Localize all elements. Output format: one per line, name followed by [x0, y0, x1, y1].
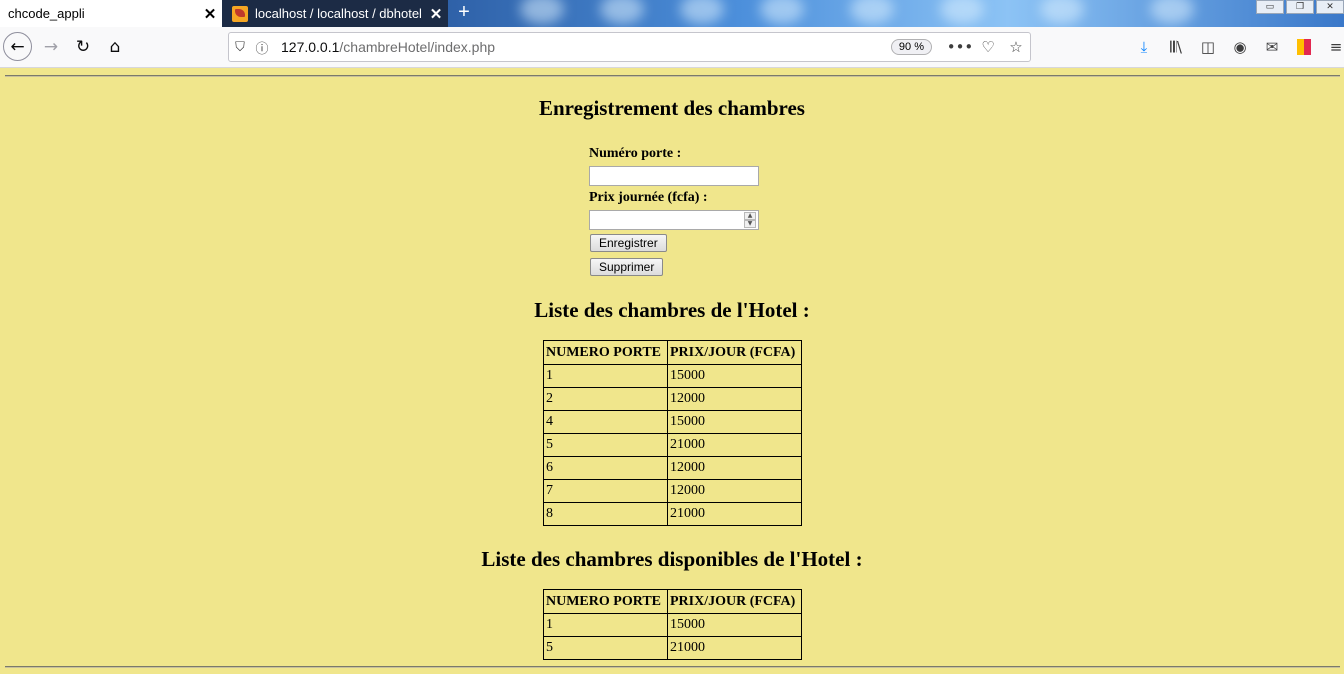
- form-title: Enregistrement des chambres: [539, 96, 805, 120]
- table-header-row: NUMERO PORTE PRIX/JOUR (FCFA): [543, 589, 802, 614]
- forward-button[interactable]: →: [36, 32, 66, 62]
- rooms-list-title: Liste des chambres de l'Hotel :: [534, 298, 810, 322]
- url-bar[interactable]: ⛉ ⓘ 127.0.0.1/chambreHotel/index.php 90 …: [228, 32, 1031, 62]
- header-prix-jour: PRIX/JOUR (FCFA): [667, 589, 802, 614]
- cell-numero: 1: [543, 364, 668, 388]
- close-icon[interactable]: ✕: [198, 5, 222, 23]
- prix-journee-input[interactable]: [589, 210, 759, 230]
- tab-phpmyadmin[interactable]: localhost / localhost / dbhotel | ✕: [222, 0, 448, 27]
- arrow-left-icon: ←: [10, 36, 25, 57]
- close-window-icon[interactable]: ✕: [1316, 0, 1344, 14]
- table-row: 8 21000: [543, 502, 802, 526]
- rooms-table: NUMERO PORTE PRIX/JOUR (FCFA) 1 15000 2 12…: [543, 340, 802, 526]
- cell-prix: 12000: [667, 387, 802, 411]
- menu-icon[interactable]: ≡: [1321, 32, 1344, 62]
- new-tab-button[interactable]: +: [452, 0, 476, 27]
- page-actions-icon[interactable]: •••: [946, 38, 974, 56]
- label-numero-porte: Numéro porte :: [589, 146, 682, 161]
- cell-prix: 12000: [667, 456, 802, 480]
- minimize-icon[interactable]: ▭: [1256, 0, 1284, 14]
- available-rooms-title: Liste des chambres disponibles de l'Hote…: [481, 547, 863, 571]
- info-icon[interactable]: ⓘ: [251, 38, 273, 57]
- table-row: 1 15000: [543, 613, 802, 637]
- cell-prix: 15000: [667, 410, 802, 434]
- cell-prix: 15000: [667, 364, 802, 388]
- nav-bar: ← → ↻ ⌂ ⛉ ⓘ 127.0.0.1/chambreHotel/index…: [0, 27, 1344, 68]
- cell-numero: 1: [543, 613, 668, 637]
- table-row: 1 15000: [543, 364, 802, 388]
- supprimer-button[interactable]: Supprimer: [590, 258, 664, 276]
- cell-prix: 21000: [667, 433, 802, 457]
- cell-numero: 5: [543, 636, 668, 660]
- home-button[interactable]: ⌂: [100, 32, 130, 62]
- extension-icon[interactable]: [1289, 32, 1319, 62]
- arrow-right-icon: →: [43, 37, 59, 57]
- table-row: 5 21000: [543, 433, 802, 457]
- window-controls: ▭ ❐ ✕: [1254, 0, 1344, 14]
- zoom-badge[interactable]: 90 %: [890, 39, 932, 55]
- table-row: 7 12000: [543, 479, 802, 503]
- sidebar-icon[interactable]: ◫: [1193, 32, 1223, 62]
- cell-numero: 5: [543, 433, 668, 457]
- numero-porte-input[interactable]: [589, 166, 759, 186]
- divider-top: [5, 75, 1340, 77]
- available-rooms-table: NUMERO PORTE PRIX/JOUR (FCFA) 1 15000 5 21…: [543, 589, 802, 660]
- url-host: 127.0.0.1: [281, 39, 340, 55]
- enregistrer-button[interactable]: Enregistrer: [590, 234, 667, 252]
- cell-numero: 2: [543, 387, 668, 411]
- url-text[interactable]: 127.0.0.1/chambreHotel/index.php: [281, 39, 891, 55]
- cell-numero: 4: [543, 410, 668, 434]
- table-row: 4 15000: [543, 410, 802, 434]
- cell-numero: 6: [543, 456, 668, 480]
- cell-prix: 12000: [667, 479, 802, 503]
- header-numero-porte: NUMERO PORTE: [543, 589, 668, 614]
- cell-prix: 21000: [667, 502, 802, 526]
- reload-icon: ↻: [75, 37, 91, 57]
- cell-numero: 8: [543, 502, 668, 526]
- label-prix-journee: Prix journée (fcfa) :: [589, 190, 708, 205]
- library-icon[interactable]: 𝄃𝄃\: [1161, 32, 1191, 62]
- close-icon[interactable]: ✕: [424, 5, 448, 23]
- header-numero-porte: NUMERO PORTE: [543, 340, 668, 365]
- restore-icon[interactable]: ❐: [1286, 0, 1314, 14]
- back-button[interactable]: ←: [3, 32, 32, 61]
- tab-chcode-appli[interactable]: chcode_appli ✕: [0, 0, 222, 27]
- url-path: /chambreHotel/index.php: [339, 39, 496, 55]
- account-icon[interactable]: ◉: [1225, 32, 1255, 62]
- download-icon[interactable]: ⤓: [1129, 32, 1159, 62]
- spin-down-icon[interactable]: ▼: [744, 220, 756, 228]
- cell-numero: 7: [543, 479, 668, 503]
- shield-icon[interactable]: ⛉: [229, 40, 251, 55]
- home-icon: ⌂: [109, 37, 121, 57]
- mail-icon[interactable]: ✉: [1257, 32, 1287, 62]
- spin-up-icon[interactable]: ▲: [744, 212, 756, 220]
- tab-title: chcode_appli: [8, 6, 85, 21]
- table-row: 5 21000: [543, 636, 802, 660]
- table-row: 2 12000: [543, 387, 802, 411]
- tab-bar: chcode_appli ✕ localhost / localhost / d…: [0, 0, 1344, 27]
- reload-button[interactable]: ↻: [68, 32, 98, 62]
- table-row: 6 12000: [543, 456, 802, 480]
- cell-prix: 21000: [667, 636, 802, 660]
- bookmark-star-icon[interactable]: ☆: [1002, 38, 1030, 56]
- divider-bottom: [5, 666, 1340, 668]
- header-prix-jour: PRIX/JOUR (FCFA): [667, 340, 802, 365]
- tab-title: localhost / localhost / dbhotel |: [255, 6, 424, 21]
- pocket-icon[interactable]: ♡: [974, 38, 1002, 56]
- phpmyadmin-icon: [232, 5, 248, 22]
- cell-prix: 15000: [667, 613, 802, 637]
- table-header-row: NUMERO PORTE PRIX/JOUR (FCFA): [543, 340, 802, 365]
- number-spinner[interactable]: ▲ ▼: [744, 212, 756, 228]
